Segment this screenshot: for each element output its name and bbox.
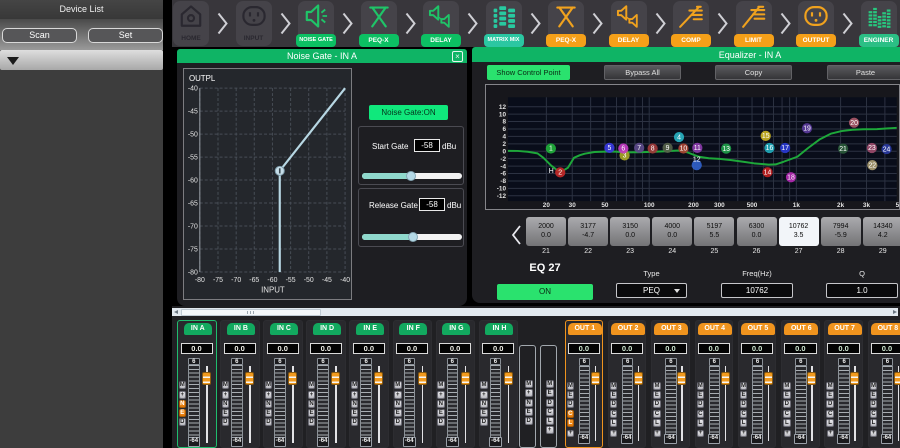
svg-text:500: 500 xyxy=(747,202,758,209)
svg-text:300: 300 xyxy=(714,202,725,209)
svg-text:4: 4 xyxy=(502,134,506,141)
svg-text:-12: -12 xyxy=(497,193,507,200)
svg-text:-70: -70 xyxy=(231,277,241,284)
svg-text:-75: -75 xyxy=(213,277,223,284)
svg-text:-50: -50 xyxy=(304,277,314,284)
svg-text:24: 24 xyxy=(883,146,891,153)
svg-text:3k: 3k xyxy=(863,202,871,209)
svg-text:100: 100 xyxy=(644,202,655,209)
svg-text:10: 10 xyxy=(499,111,507,118)
svg-text:14: 14 xyxy=(764,169,772,176)
svg-text:8: 8 xyxy=(502,119,506,126)
svg-text:-60: -60 xyxy=(267,277,277,284)
svg-text:5k: 5k xyxy=(896,202,900,209)
svg-text:-70: -70 xyxy=(188,223,198,230)
svg-text:-10: -10 xyxy=(497,185,507,192)
svg-text:15: 15 xyxy=(762,133,770,140)
svg-text:-40: -40 xyxy=(340,277,350,284)
svg-text:20: 20 xyxy=(543,202,551,209)
svg-text:H: H xyxy=(549,168,554,175)
svg-text:-50: -50 xyxy=(188,132,198,139)
svg-text:12: 12 xyxy=(693,157,701,164)
svg-text:6: 6 xyxy=(621,146,625,153)
svg-text:2k: 2k xyxy=(837,202,845,209)
svg-text:OUTPL: OUTPL xyxy=(189,74,216,83)
svg-text:INPUT: INPUT xyxy=(261,286,285,295)
svg-text:13: 13 xyxy=(722,146,730,153)
svg-text:-55: -55 xyxy=(188,154,198,161)
svg-text:16: 16 xyxy=(766,145,774,152)
svg-text:-65: -65 xyxy=(188,201,198,208)
svg-text:-80: -80 xyxy=(188,269,198,276)
svg-text:200: 200 xyxy=(688,202,699,209)
svg-text:4: 4 xyxy=(677,134,681,141)
svg-text:-40: -40 xyxy=(188,86,198,93)
svg-text:30: 30 xyxy=(569,202,577,209)
svg-text:1k: 1k xyxy=(793,202,801,209)
svg-text:12: 12 xyxy=(499,104,507,111)
svg-text:22: 22 xyxy=(868,162,876,169)
svg-text:-60: -60 xyxy=(188,178,198,185)
svg-text:3: 3 xyxy=(623,153,627,160)
svg-text:-6: -6 xyxy=(500,171,506,178)
svg-text:0: 0 xyxy=(502,148,506,155)
svg-text:7: 7 xyxy=(637,145,641,152)
svg-text:21: 21 xyxy=(839,146,847,153)
svg-text:-45: -45 xyxy=(188,109,198,116)
svg-text:-65: -65 xyxy=(249,277,259,284)
svg-text:2: 2 xyxy=(502,141,506,148)
svg-text:50: 50 xyxy=(601,202,609,209)
svg-text:5: 5 xyxy=(608,145,612,152)
svg-text:6: 6 xyxy=(502,126,506,133)
svg-text:18: 18 xyxy=(787,174,795,181)
svg-text:-4: -4 xyxy=(500,163,506,170)
svg-text:-8: -8 xyxy=(500,178,506,185)
svg-text:-75: -75 xyxy=(188,246,198,253)
svg-text:23: 23 xyxy=(868,145,876,152)
svg-text:11: 11 xyxy=(694,145,701,152)
svg-text:-2: -2 xyxy=(500,156,506,163)
svg-text:17: 17 xyxy=(781,145,789,152)
svg-text:-80: -80 xyxy=(195,277,205,284)
svg-text:20: 20 xyxy=(850,120,858,127)
svg-text:-45: -45 xyxy=(322,277,332,284)
svg-text:1: 1 xyxy=(549,146,553,153)
svg-text:2: 2 xyxy=(558,170,562,177)
svg-text:8: 8 xyxy=(651,146,655,153)
svg-text:19: 19 xyxy=(803,125,811,132)
svg-text:-55: -55 xyxy=(286,277,296,284)
svg-text:10: 10 xyxy=(680,146,688,153)
svg-text:9: 9 xyxy=(666,145,670,152)
